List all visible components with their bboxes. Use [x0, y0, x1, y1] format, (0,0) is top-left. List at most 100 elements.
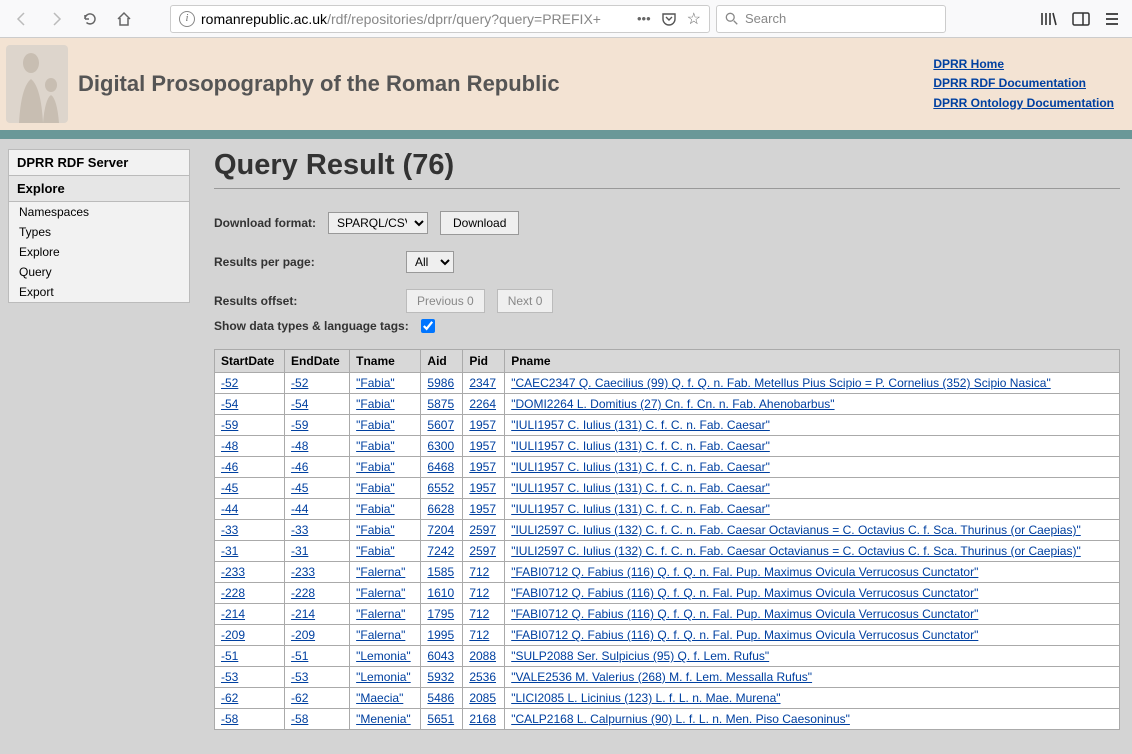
- cell-link[interactable]: 2088: [469, 649, 496, 663]
- cell-link[interactable]: -46: [221, 460, 238, 474]
- cell-link[interactable]: -58: [221, 712, 238, 726]
- cell-link[interactable]: "Fabia": [356, 544, 395, 558]
- cell-link[interactable]: -62: [291, 691, 308, 705]
- sidebar-item[interactable]: Types: [9, 222, 189, 242]
- sidebar-item[interactable]: Query: [9, 262, 189, 282]
- column-header[interactable]: EndDate: [285, 350, 350, 373]
- cell-link[interactable]: -31: [221, 544, 238, 558]
- download-format-select[interactable]: SPARQL/CSV: [328, 212, 428, 234]
- bookmark-icon[interactable]: ☆: [687, 9, 701, 29]
- cell-link[interactable]: -44: [291, 502, 308, 516]
- download-button[interactable]: Download: [440, 211, 519, 235]
- cell-link[interactable]: -31: [291, 544, 308, 558]
- cell-link[interactable]: 1610: [427, 586, 454, 600]
- cell-link[interactable]: 2597: [469, 523, 496, 537]
- cell-link[interactable]: 1957: [469, 439, 496, 453]
- cell-link[interactable]: "Fabia": [356, 397, 395, 411]
- cell-link[interactable]: 1585: [427, 565, 454, 579]
- cell-link[interactable]: "Fabia": [356, 502, 395, 516]
- cell-link[interactable]: 2536: [469, 670, 496, 684]
- url-bar[interactable]: i romanrepublic.ac.uk/rdf/repositories/d…: [170, 5, 710, 33]
- cell-link[interactable]: -53: [221, 670, 238, 684]
- cell-link[interactable]: -228: [291, 586, 315, 600]
- cell-link[interactable]: "SULP2088 Ser. Sulpicius (95) Q. f. Lem.…: [511, 649, 769, 663]
- cell-link[interactable]: 6552: [427, 481, 454, 495]
- cell-link[interactable]: 6300: [427, 439, 454, 453]
- cell-link[interactable]: "Fabia": [356, 523, 395, 537]
- cell-link[interactable]: "Falerna": [356, 565, 405, 579]
- previous-button[interactable]: Previous 0: [406, 289, 485, 313]
- cell-link[interactable]: -48: [291, 439, 308, 453]
- cell-link[interactable]: -48: [221, 439, 238, 453]
- cell-link[interactable]: "Fabia": [356, 439, 395, 453]
- reload-button[interactable]: [76, 5, 104, 33]
- cell-link[interactable]: "IULI2597 C. Iulius (132) C. f. C. n. Fa…: [511, 523, 1081, 537]
- cell-link[interactable]: 1957: [469, 460, 496, 474]
- cell-link[interactable]: "IULI2597 C. Iulius (132) C. f. C. n. Fa…: [511, 544, 1081, 558]
- cell-link[interactable]: 5651: [427, 712, 454, 726]
- cell-link[interactable]: -214: [291, 607, 315, 621]
- cell-link[interactable]: 6043: [427, 649, 454, 663]
- cell-link[interactable]: "FABI0712 Q. Fabius (116) Q. f. Q. n. Fa…: [511, 565, 978, 579]
- sidebar-item[interactable]: Export: [9, 282, 189, 302]
- cell-link[interactable]: 6468: [427, 460, 454, 474]
- header-link[interactable]: DPRR RDF Documentation: [933, 74, 1114, 93]
- page-viewport[interactable]: Digital Prosopography of the Roman Repub…: [0, 38, 1132, 754]
- cell-link[interactable]: 1995: [427, 628, 454, 642]
- cell-link[interactable]: -51: [221, 649, 238, 663]
- cell-link[interactable]: "Menenia": [356, 712, 411, 726]
- cell-link[interactable]: 1795: [427, 607, 454, 621]
- cell-link[interactable]: -53: [291, 670, 308, 684]
- cell-link[interactable]: "CALP2168 L. Calpurnius (90) L. f. L. n.…: [511, 712, 850, 726]
- cell-link[interactable]: "IULI1957 C. Iulius (131) C. f. C. n. Fa…: [511, 460, 770, 474]
- cell-link[interactable]: 5875: [427, 397, 454, 411]
- cell-link[interactable]: "IULI1957 C. Iulius (131) C. f. C. n. Fa…: [511, 481, 770, 495]
- show-types-checkbox[interactable]: [421, 319, 435, 333]
- cell-link[interactable]: 712: [469, 586, 489, 600]
- header-link[interactable]: DPRR Home: [933, 55, 1114, 74]
- cell-link[interactable]: "IULI1957 C. Iulius (131) C. f. C. n. Fa…: [511, 502, 770, 516]
- cell-link[interactable]: 712: [469, 565, 489, 579]
- cell-link[interactable]: -52: [291, 376, 308, 390]
- cell-link[interactable]: "Falerna": [356, 628, 405, 642]
- column-header[interactable]: Pid: [463, 350, 505, 373]
- column-header[interactable]: Aid: [421, 350, 463, 373]
- cell-link[interactable]: 1957: [469, 481, 496, 495]
- cell-link[interactable]: "Fabia": [356, 418, 395, 432]
- cell-link[interactable]: "IULI1957 C. Iulius (131) C. f. C. n. Fa…: [511, 439, 770, 453]
- cell-link[interactable]: -54: [291, 397, 308, 411]
- more-icon[interactable]: •••: [637, 11, 651, 26]
- cell-link[interactable]: -45: [221, 481, 238, 495]
- cell-link[interactable]: "Falerna": [356, 607, 405, 621]
- cell-link[interactable]: -209: [221, 628, 245, 642]
- cell-link[interactable]: 5607: [427, 418, 454, 432]
- sidebar-icon[interactable]: [1072, 11, 1090, 27]
- cell-link[interactable]: -233: [221, 565, 245, 579]
- cell-link[interactable]: "FABI0712 Q. Fabius (116) Q. f. Q. n. Fa…: [511, 628, 978, 642]
- cell-link[interactable]: 5986: [427, 376, 454, 390]
- info-icon[interactable]: i: [179, 11, 195, 27]
- cell-link[interactable]: "VALE2536 M. Valerius (268) M. f. Lem. M…: [511, 670, 812, 684]
- cell-link[interactable]: -233: [291, 565, 315, 579]
- cell-link[interactable]: "DOMI2264 L. Domitius (27) Cn. f. Cn. n.…: [511, 397, 834, 411]
- cell-link[interactable]: "FABI0712 Q. Fabius (116) Q. f. Q. n. Fa…: [511, 607, 978, 621]
- cell-link[interactable]: 712: [469, 607, 489, 621]
- cell-link[interactable]: "FABI0712 Q. Fabius (116) Q. f. Q. n. Fa…: [511, 586, 978, 600]
- sidebar-item[interactable]: Explore: [9, 242, 189, 262]
- cell-link[interactable]: "LICI2085 L. Licinius (123) L. f. L. n. …: [511, 691, 780, 705]
- cell-link[interactable]: -33: [291, 523, 308, 537]
- cell-link[interactable]: -54: [221, 397, 238, 411]
- cell-link[interactable]: -214: [221, 607, 245, 621]
- cell-link[interactable]: 1957: [469, 502, 496, 516]
- cell-link[interactable]: 5932: [427, 670, 454, 684]
- cell-link[interactable]: -44: [221, 502, 238, 516]
- cell-link[interactable]: 5486: [427, 691, 454, 705]
- cell-link[interactable]: "Lemonia": [356, 649, 411, 663]
- cell-link[interactable]: -45: [291, 481, 308, 495]
- cell-link[interactable]: -59: [221, 418, 238, 432]
- cell-link[interactable]: -33: [221, 523, 238, 537]
- cell-link[interactable]: -62: [221, 691, 238, 705]
- cell-link[interactable]: -228: [221, 586, 245, 600]
- sidebar-section[interactable]: Explore: [9, 176, 189, 202]
- cell-link[interactable]: 2264: [469, 397, 496, 411]
